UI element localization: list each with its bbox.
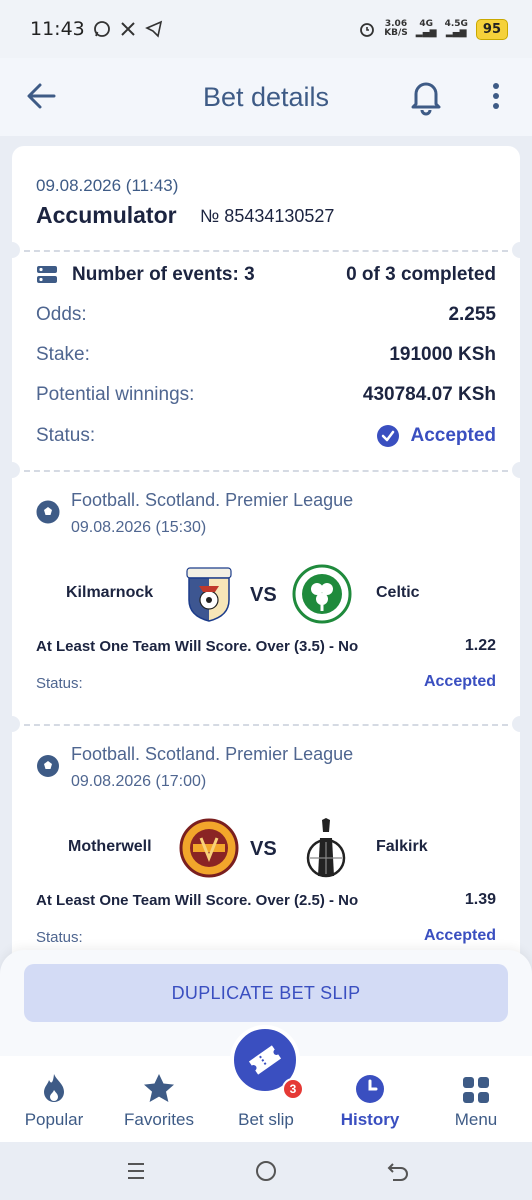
ticket-notch — [512, 462, 520, 478]
more-vertical-icon — [493, 83, 499, 109]
recents-icon — [128, 1163, 144, 1179]
motherwell-crest-icon — [179, 818, 239, 878]
divider — [24, 724, 508, 726]
star-icon — [144, 1074, 174, 1102]
status-bar: 11:43 3.06 KB/S 4G ▂▄▆ 4.5G ▂▄▆ 95 — [0, 0, 532, 58]
away-team: Celtic — [376, 584, 420, 601]
betslip-count-badge: 3 — [282, 1078, 304, 1100]
bet-details-card: 09.08.2026 (11:43) Accumulator № 8543413… — [12, 146, 520, 1046]
whatsapp-icon — [93, 20, 111, 38]
back-arrow-icon — [387, 1163, 408, 1181]
nav-menu-label: Menu — [454, 1110, 498, 1129]
notifications-button[interactable] — [408, 76, 444, 116]
clock-icon — [356, 1075, 384, 1103]
events-count: Number of events: 3 — [72, 264, 255, 285]
stake-label: Stake: — [36, 344, 90, 365]
home-team: Motherwell — [68, 838, 152, 855]
home-team: Kilmarnock — [66, 584, 154, 601]
vs-label: VS — [250, 838, 277, 860]
bet-number: № 85434130527 — [200, 206, 335, 226]
system-back-button[interactable] — [383, 1156, 413, 1186]
nav-menu[interactable]: Menu — [436, 1056, 516, 1142]
back-button[interactable] — [22, 78, 62, 114]
nav-favorites-label: Favorites — [124, 1110, 194, 1129]
football-icon — [36, 500, 60, 524]
bet-date: 09.08.2026 (11:43) — [36, 176, 179, 195]
arrow-left-icon — [27, 83, 56, 109]
kilmarnock-crest-icon — [186, 567, 232, 622]
network-speed: 3.06 KB/S — [384, 20, 408, 38]
network-speed-unit: KB/S — [384, 28, 408, 38]
page-title: Bet details — [202, 81, 330, 112]
list-icon — [37, 266, 57, 283]
stake-row: Stake: 191000 KSh — [36, 344, 496, 366]
nav-popular[interactable]: Popular — [14, 1056, 94, 1142]
event-status-label: Status: — [36, 675, 83, 692]
x-icon — [119, 20, 137, 38]
ticket-icon — [248, 1045, 282, 1075]
bell-icon — [411, 82, 441, 116]
signal-2: 4.5G ▂▄▆ — [444, 19, 468, 38]
event-market: At Least One Team Will Score. Over (2.5)… — [36, 892, 359, 909]
event-odds: 1.39 — [464, 891, 496, 908]
event-market: At Least One Team Will Score. Over (3.5)… — [36, 638, 359, 655]
status-row: Status: Accepted — [36, 424, 496, 448]
vs-label: VS — [250, 584, 277, 606]
away-team: Falkirk — [376, 838, 428, 855]
event-datetime: 09.08.2026 (17:00) — [71, 773, 207, 790]
event-status-value: Accepted — [423, 927, 496, 944]
more-options-button[interactable] — [484, 78, 508, 114]
celtic-crest-icon — [292, 564, 352, 624]
ticket-notch — [512, 716, 520, 732]
nav-favorites[interactable]: Favorites — [114, 1056, 204, 1142]
stake-value: 191000 KSh — [389, 344, 496, 365]
status-value-wrap: Accepted — [376, 424, 496, 448]
odds-label: Odds: — [36, 304, 87, 325]
ticket-notch — [12, 242, 20, 258]
home-circle-icon — [256, 1161, 276, 1181]
events-completed: 0 of 3 completed — [346, 264, 496, 285]
divider — [24, 470, 508, 472]
winnings-label: Potential winnings: — [36, 384, 195, 405]
flame-icon — [44, 1074, 64, 1102]
events-summary-row: Number of events: 3 0 of 3 completed — [36, 264, 496, 286]
football-icon — [37, 755, 59, 777]
odds-value: 2.255 — [448, 304, 496, 325]
falkirk-crest-icon — [306, 818, 346, 878]
grid-icon — [463, 1077, 489, 1103]
status-label: Status: — [36, 425, 96, 446]
ticket-notch — [12, 716, 20, 732]
alarm-icon — [358, 20, 376, 38]
clock: 11:43 — [30, 18, 85, 40]
nav-popular-label: Popular — [24, 1110, 84, 1129]
event-datetime: 09.08.2026 (15:30) — [71, 519, 207, 536]
network-type-1: 4G — [419, 19, 433, 29]
signal-1: 4G ▂▄▆ — [415, 19, 437, 38]
nav-betslip-label: Bet slip — [238, 1110, 294, 1129]
check-circle-icon — [377, 425, 400, 447]
app-header: Bet details — [0, 58, 532, 136]
home-button[interactable] — [251, 1156, 281, 1186]
odds-row: Odds: 2.255 — [36, 304, 496, 326]
nav-history[interactable]: History — [330, 1056, 410, 1142]
divider — [24, 250, 508, 252]
duplicate-bet-slip-button[interactable]: DUPLICATE BET SLIP — [24, 964, 508, 1022]
recent-apps-button[interactable] — [121, 1156, 151, 1186]
nav-history-label: History — [340, 1110, 400, 1129]
winnings-row: Potential winnings: 430784.07 KSh — [36, 384, 496, 406]
network-type-2: 4.5G — [444, 19, 468, 29]
event-league: Football. Scotland. Premier League — [71, 490, 354, 510]
event-status-label: Status: — [36, 929, 83, 946]
event-league: Football. Scotland. Premier League — [71, 744, 354, 764]
ticket-notch — [12, 462, 20, 478]
ticket-notch — [512, 242, 520, 258]
battery-indicator: 95 — [475, 18, 508, 40]
winnings-value: 430784.07 KSh — [362, 384, 496, 405]
system-navigation-bar — [0, 1142, 532, 1200]
bet-type: Accumulator — [36, 202, 177, 228]
telegram-icon — [144, 20, 163, 38]
event-status-value: Accepted — [423, 673, 496, 690]
status-value: Accepted — [410, 425, 496, 446]
event-odds: 1.22 — [464, 637, 496, 654]
